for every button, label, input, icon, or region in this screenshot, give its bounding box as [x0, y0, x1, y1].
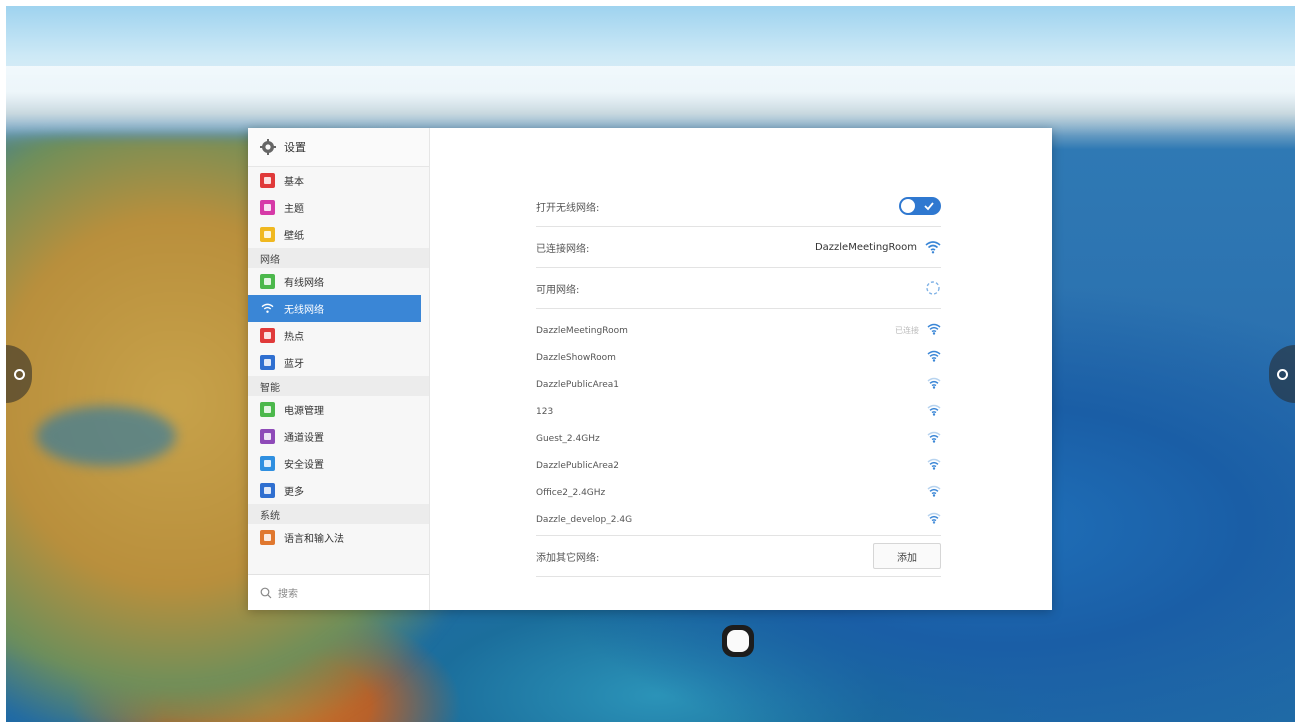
- sidebar-item-label: 有线网络: [284, 278, 324, 289]
- wifi-panel: 打开无线网络: 已连接网络: DazzleMeetingRoom 可用网络: D…: [536, 186, 941, 577]
- shirt-icon: [260, 200, 275, 215]
- sidebar-item-label: 语言和输入法: [284, 534, 344, 545]
- connected-network-row: 已连接网络: DazzleMeetingRoom: [536, 227, 941, 268]
- keyboard-icon: [260, 530, 275, 545]
- sidebar-item-keyboard[interactable]: 语言和输入法: [248, 524, 429, 551]
- sidebar-item-channel[interactable]: 通道设置: [248, 423, 429, 450]
- house-icon: [260, 173, 275, 188]
- sidebar-item-label: 基本: [284, 177, 304, 188]
- sidebar-item-shield[interactable]: 安全设置: [248, 450, 429, 477]
- add-network-row: 添加其它网络: 添加: [536, 535, 941, 577]
- network-ssid: 123: [536, 406, 554, 417]
- network-status-group: [919, 404, 941, 419]
- wifi-signal-icon: [925, 240, 941, 253]
- network-row[interactable]: Office2_2.4GHz: [536, 479, 941, 506]
- network-ssid: DazzlePublicArea2: [536, 460, 620, 471]
- section-system: 系统: [248, 504, 429, 524]
- sidebar-item-label: 电源管理: [284, 406, 324, 417]
- network-row[interactable]: DazzlePublicArea1: [536, 371, 941, 398]
- network-ssid: DazzlePublicArea1: [536, 379, 620, 390]
- network-ssid: DazzleMeetingRoom: [536, 325, 628, 336]
- network-status-group: [919, 458, 941, 473]
- network-row[interactable]: Guest_2.4GHz: [536, 425, 941, 452]
- network-status-group: 已连接: [895, 323, 941, 338]
- sidebar-item-shirt[interactable]: 主题: [248, 194, 429, 221]
- wifi-signal-icon: [927, 458, 941, 473]
- sidebar-item-label: 热点: [284, 332, 304, 343]
- sidebar-item-bluetooth[interactable]: 蓝牙: [248, 349, 429, 376]
- add-network-button[interactable]: 添加: [873, 543, 941, 569]
- sidebar-item-label: 壁纸: [284, 231, 304, 242]
- network-ssid: DazzleShowRoom: [536, 352, 616, 363]
- settings-content: 打开无线网络: 已连接网络: DazzleMeetingRoom 可用网络: D…: [430, 128, 1052, 610]
- gear-icon: [260, 139, 276, 155]
- sidebar-item-picture[interactable]: 壁纸: [248, 221, 429, 248]
- network-status-group: [919, 350, 941, 365]
- search-icon: [260, 587, 272, 598]
- wifi-enable-row: 打开无线网络:: [536, 186, 941, 227]
- sidebar-item-label: 更多: [284, 487, 304, 498]
- wifi-signal-icon: [927, 377, 941, 392]
- home-button[interactable]: [722, 625, 754, 657]
- connected-label: 已连接网络:: [536, 243, 590, 255]
- bluetooth-icon: [260, 355, 275, 370]
- network-ssid: Office2_2.4GHz: [536, 487, 606, 498]
- sidebar-title: 设置: [284, 141, 306, 154]
- wifi-signal-icon: [927, 404, 941, 419]
- picture-icon: [260, 227, 275, 242]
- ethernet-icon: [260, 274, 275, 289]
- sidebar-item-ethernet[interactable]: 有线网络: [248, 268, 429, 295]
- sidebar-item-label: 安全设置: [284, 460, 324, 471]
- network-list: DazzleMeetingRoom 已连接 DazzleShowRoom Dazzle…: [536, 309, 941, 535]
- wifi-enable-label: 打开无线网络:: [536, 202, 600, 214]
- wifi-signal-icon: [927, 431, 941, 446]
- network-ssid: Guest_2.4GHz: [536, 433, 600, 444]
- add-network-label: 添加其它网络:: [536, 552, 600, 564]
- sidebar-item-label: 主题: [284, 204, 304, 215]
- available-label: 可用网络:: [536, 284, 580, 296]
- search-box[interactable]: 搜索: [248, 574, 429, 610]
- network-row[interactable]: DazzleShowRoom: [536, 344, 941, 371]
- channel-icon: [260, 429, 275, 444]
- network-row[interactable]: DazzleMeetingRoom 已连接: [536, 317, 941, 344]
- handle-dot-icon: [13, 368, 25, 380]
- sidebar-item-more[interactable]: 更多: [248, 477, 429, 504]
- sidebar-item-label: 无线网络: [284, 305, 324, 316]
- hotspot-icon: [260, 328, 275, 343]
- settings-sidebar: 设置 基本主题壁纸 网络 有线网络无线网络热点蓝牙 智能 电源管理通道设置安全设…: [248, 128, 430, 610]
- sidebar-item-power[interactable]: 电源管理: [248, 396, 429, 423]
- section-smart: 智能: [248, 376, 429, 396]
- network-status-group: [919, 485, 941, 500]
- wifi-signal-icon: [927, 485, 941, 500]
- refresh-spinner-icon[interactable]: [925, 280, 941, 296]
- sidebar-item-label: 通道设置: [284, 433, 324, 444]
- wifi-signal-icon: [927, 323, 941, 338]
- power-icon: [260, 402, 275, 417]
- sidebar-header: 设置: [248, 128, 429, 167]
- network-row[interactable]: 123: [536, 398, 941, 425]
- more-icon: [260, 483, 275, 498]
- section-network: 网络: [248, 248, 429, 268]
- search-placeholder: 搜索: [278, 589, 298, 600]
- sidebar-item-hotspot[interactable]: 热点: [248, 322, 429, 349]
- network-status-group: [919, 431, 941, 446]
- check-icon: [924, 202, 934, 211]
- network-row[interactable]: DazzlePublicArea2: [536, 452, 941, 479]
- network-status: 已连接: [895, 326, 919, 335]
- sidebar-item-wifi[interactable]: 无线网络: [248, 295, 421, 322]
- handle-dot-icon: [1276, 368, 1288, 380]
- home-icon: [727, 630, 749, 652]
- sidebar-item-house[interactable]: 基本: [248, 167, 429, 194]
- wifi-icon: [260, 301, 275, 316]
- network-status-group: [919, 377, 941, 392]
- toggle-knob: [901, 199, 915, 213]
- wifi-toggle[interactable]: [899, 197, 941, 215]
- settings-window: 设置 基本主题壁纸 网络 有线网络无线网络热点蓝牙 智能 电源管理通道设置安全设…: [248, 128, 1052, 610]
- shield-icon: [260, 456, 275, 471]
- sidebar-item-label: 蓝牙: [284, 359, 304, 370]
- connected-ssid: DazzleMeetingRoom: [814, 241, 917, 253]
- wifi-signal-icon: [927, 350, 941, 365]
- available-networks-row: 可用网络:: [536, 268, 941, 309]
